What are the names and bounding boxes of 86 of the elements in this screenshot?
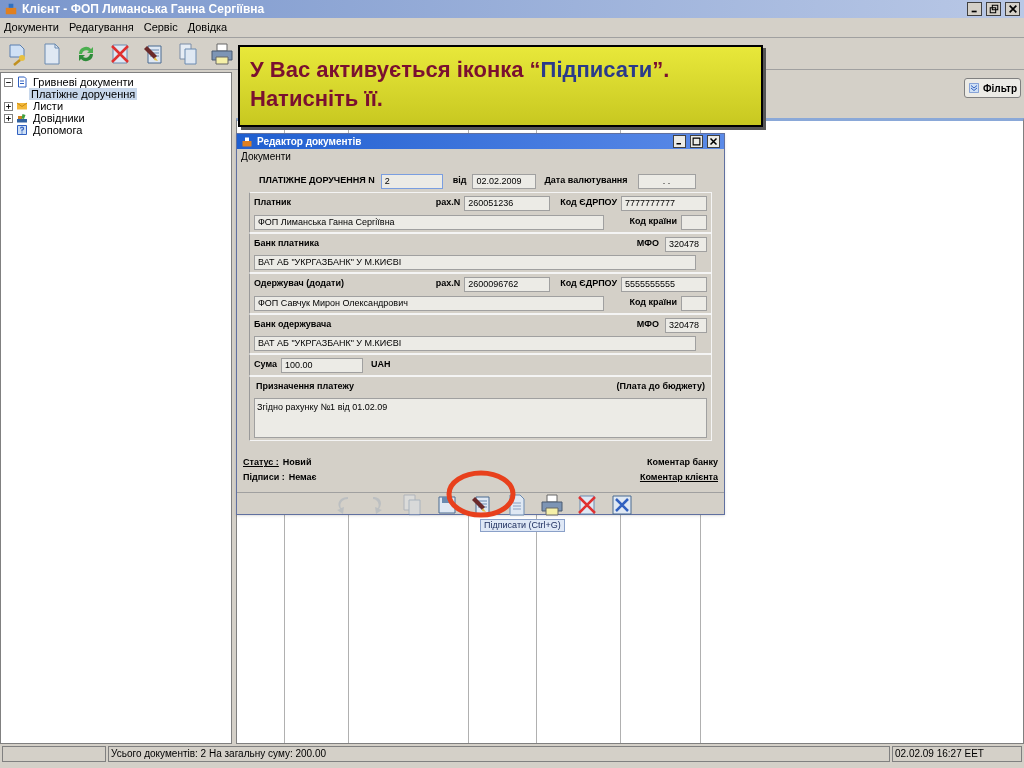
tree-item[interactable]: Довідники xyxy=(31,112,87,124)
tree-item[interactable]: Допомога xyxy=(31,124,85,136)
menu-item[interactable]: Документи xyxy=(4,19,59,36)
text-area[interactable]: Згідно рахунку №1 від 01.02.09 xyxy=(254,398,707,438)
maximize-button[interactable] xyxy=(986,2,1001,16)
status-text: Усього документів: 2 На загальну суму: 200.00 xyxy=(108,746,890,762)
field-label: Код країни xyxy=(628,215,677,229)
field-label: МФО xyxy=(636,237,659,251)
books-icon xyxy=(16,112,28,124)
field-label: Призначення платежу xyxy=(256,380,354,394)
close-icon xyxy=(1007,4,1018,14)
field-label: Код ЄДРПОУ xyxy=(560,196,617,210)
dialog-title: Редактор документів xyxy=(257,135,363,149)
field-label: рах.N xyxy=(435,196,461,210)
close-button[interactable] xyxy=(1005,2,1020,16)
input-field[interactable]: 5555555555 xyxy=(621,276,707,292)
field-label: Одержувач (додати) xyxy=(254,277,345,291)
field-label: Код ЄДРПОУ xyxy=(560,277,617,291)
input-field[interactable]: 320478 xyxy=(665,317,707,333)
status-datetime: 02.02.09 16:27 EET xyxy=(892,746,1022,762)
input-field[interactable]: 100.00 xyxy=(280,357,363,373)
input-field[interactable]: 2 xyxy=(380,173,443,189)
tree-item[interactable]: Листи xyxy=(31,100,66,112)
plus-icon xyxy=(5,114,12,122)
delete-document-icon[interactable] xyxy=(575,493,599,517)
menu-item[interactable]: Сервіс xyxy=(143,19,178,36)
input-field[interactable] xyxy=(681,214,707,230)
field-label: Банк одержувача xyxy=(254,318,333,332)
printer-icon[interactable] xyxy=(210,41,234,66)
field-label: Банк платника xyxy=(254,237,320,251)
field-label: Платник xyxy=(254,196,293,210)
status-value: Немає xyxy=(288,471,317,485)
input-field[interactable]: 02.02.2009 xyxy=(472,173,537,189)
filter-button[interactable]: Фільтр xyxy=(964,78,1021,98)
input-field[interactable]: 2600096762 xyxy=(464,276,551,292)
printer-icon[interactable] xyxy=(540,493,564,517)
close-icon xyxy=(709,137,718,146)
field-label: рах.N xyxy=(435,277,461,291)
input-field[interactable]: 7777777777 xyxy=(621,195,707,211)
tree-item[interactable]: Гривневі документи xyxy=(31,76,136,88)
close-button[interactable] xyxy=(707,135,720,148)
app-icon xyxy=(4,2,18,16)
collapse-toggle[interactable] xyxy=(4,77,13,87)
menu-item[interactable]: Редагування xyxy=(68,19,134,36)
window-title: Клієнт - ФОП Лиманська Ганна Сергіївна xyxy=(22,1,266,18)
field-label: Код країни xyxy=(628,296,677,310)
menu-item[interactable]: Довідка xyxy=(187,19,228,36)
input-field[interactable]: ФОП Савчук Мирон Олександрович xyxy=(254,295,604,311)
status-label: Підписи : xyxy=(243,471,285,485)
field-label: ПЛАТІЖНЕ ДОРУЧЕННЯ N xyxy=(259,174,375,188)
tooltip: Підписати (Ctrl+G) xyxy=(480,519,565,532)
minimize-button[interactable] xyxy=(967,2,982,16)
maximize-icon xyxy=(988,4,999,14)
envelope-icon xyxy=(16,100,28,112)
delete-document-icon[interactable] xyxy=(108,41,132,66)
input-field[interactable]: ВАТ АБ "УКРГАЗБАНК" У М.КИЄВІ xyxy=(254,255,696,270)
comment-link[interactable]: Коментар клієнта xyxy=(639,471,718,485)
plus-icon xyxy=(5,102,12,110)
input-field[interactable]: . . xyxy=(637,173,696,189)
maximize-button[interactable] xyxy=(690,135,703,148)
comment-link[interactable]: Коментар банку xyxy=(647,456,718,470)
field-label: МФО xyxy=(636,318,659,332)
minimize-button[interactable] xyxy=(673,135,686,148)
field-label: UAH xyxy=(370,358,391,372)
help-icon xyxy=(16,124,28,136)
app-icon xyxy=(241,135,253,148)
menu-item[interactable]: Документи xyxy=(241,149,291,164)
expand-toggle[interactable] xyxy=(4,101,13,111)
status-value: Новий xyxy=(282,456,312,470)
filter-icon xyxy=(968,82,981,94)
field-label: Сума xyxy=(254,358,277,372)
field-label: Дата валютування xyxy=(544,174,628,188)
input-field[interactable]: ФОП Лиманська Ганна Сергіївна xyxy=(254,214,604,230)
input-field[interactable]: 320478 xyxy=(665,236,707,252)
document-icon xyxy=(16,76,28,88)
field-label: від xyxy=(452,174,467,188)
input-field[interactable] xyxy=(681,295,707,311)
input-field[interactable]: ВАТ АБ "УКРГАЗБАНК" У М.КИЄВІ xyxy=(254,336,696,351)
close-icon[interactable] xyxy=(610,493,634,517)
input-field[interactable]: 260051236 xyxy=(464,195,551,211)
callout-text: У Вас активується іконка “Підписати”. Натисніть її. xyxy=(238,45,763,127)
expand-toggle[interactable] xyxy=(4,113,13,123)
field-label: (Плата до бюджету) xyxy=(616,380,705,394)
tree-item[interactable]: Платіжне доручення xyxy=(29,88,138,100)
maximize-icon xyxy=(692,137,701,146)
status-label: Статус : xyxy=(243,456,279,470)
